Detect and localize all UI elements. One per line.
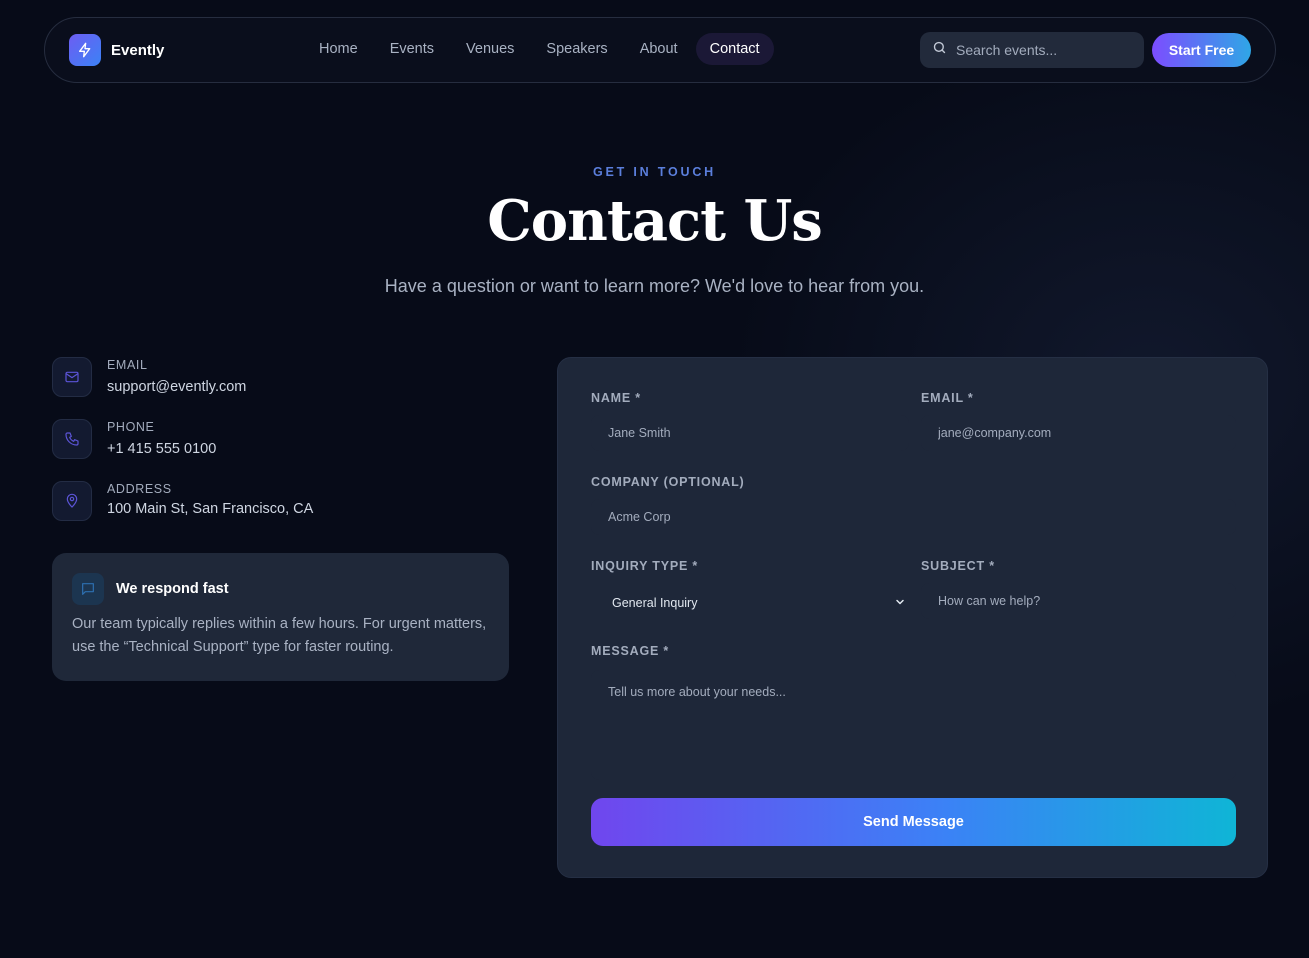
start-free-button[interactable]: Start Free [1152,33,1251,67]
info-value[interactable]: +1 415 555 0100 [107,441,216,457]
name-label: NAME * [591,391,641,405]
contact-info-phone: PHONE +1 415 555 0100 [52,419,216,459]
hero-subtitle: Have a question or want to learn more? W… [384,276,925,296]
mail-icon [52,357,92,397]
hero-eyebrow: GET IN TOUCH [593,165,716,179]
lightning-bolt-icon [69,34,101,66]
response-note-card: We respond fast Our team typically repli… [52,553,509,681]
contact-info-email: EMAIL support@evently.com [52,357,246,397]
search-box[interactable] [920,32,1144,68]
nav-links: Home Events Venues Speakers About Contac… [305,33,778,65]
brand-name: Evently [111,41,165,59]
inquiry-type-select[interactable]: General Inquiry [591,585,909,621]
nav-link-events[interactable]: Events [376,33,448,65]
info-value: 100 Main St, San Francisco, CA [107,501,314,517]
email-field[interactable] [921,415,1236,451]
top-navbar: Evently Home Events Venues Speakers Abou… [44,17,1276,83]
note-body: Our team typically replies within a few … [72,616,487,655]
page-title: Contact Us [487,188,823,254]
info-value[interactable]: support@evently.com [107,379,246,395]
brand[interactable]: Evently [69,34,164,66]
name-field[interactable] [591,415,909,451]
map-pin-icon [52,481,92,521]
company-field[interactable] [591,499,1236,535]
send-message-button[interactable]: Send Message [591,798,1236,846]
nav-link-speakers[interactable]: Speakers [532,33,621,65]
chevron-down-icon [894,596,906,611]
contact-info-address: ADDRESS 100 Main St, San Francisco, CA [52,481,313,521]
company-label: COMPANY (OPTIONAL) [591,475,745,489]
contact-form: NAME * EMAIL * COMPANY (OPTIONAL) INQUIR… [557,357,1268,878]
search-icon [932,40,947,60]
note-title: We respond fast [116,581,229,597]
nav-link-about[interactable]: About [626,33,692,65]
nav-link-contact[interactable]: Contact [695,33,774,65]
message-field[interactable] [591,670,1236,780]
info-label: ADDRESS [107,482,172,496]
message-label: MESSAGE * [591,644,670,658]
info-label: PHONE [107,420,155,434]
email-label: EMAIL * [921,391,974,405]
subject-field[interactable] [921,583,1236,619]
subject-label: SUBJECT * [921,559,995,573]
phone-icon [52,419,92,459]
nav-link-venues[interactable]: Venues [452,33,528,65]
inquiry-type-value: General Inquiry [612,596,698,610]
nav-link-home[interactable]: Home [305,33,372,65]
info-label: EMAIL [107,358,148,372]
inquiry-type-label: INQUIRY TYPE * [591,559,699,573]
chat-icon [72,573,104,605]
search-input[interactable] [956,42,1126,58]
